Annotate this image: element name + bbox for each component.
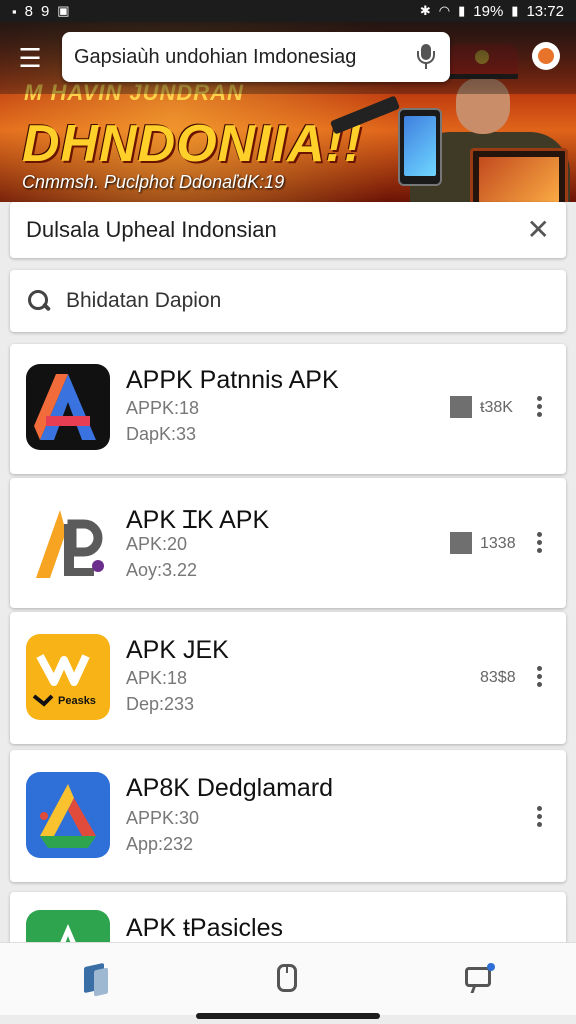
notification-icon: ▪ — [12, 3, 17, 19]
more-options-icon[interactable] — [536, 666, 542, 690]
status-notif-2: 9 — [40, 2, 50, 20]
image-icon: ▣ — [57, 3, 70, 18]
status-left: ▪ 8 9 ▣ — [12, 3, 70, 20]
profile-avatar[interactable] — [532, 42, 560, 70]
apk-l-logo-icon — [26, 500, 110, 586]
more-options-icon[interactable] — [536, 532, 542, 556]
wifi-icon: ◠ — [438, 3, 451, 18]
phone-illustration — [398, 108, 442, 186]
list-item[interactable]: APK ꞮK APK APK:20 Aoy:3.22 1338 — [10, 478, 566, 608]
library-icon[interactable] — [76, 959, 116, 999]
close-icon[interactable]: ✕ — [527, 216, 550, 244]
status-notif-1: 8 — [24, 2, 33, 20]
top-bar: ☰ Gapsiaùh undohian Imdonesiag — [0, 22, 576, 94]
app-meta: App:232 — [126, 834, 194, 854]
drive-triangle-icon — [26, 772, 110, 858]
size-indicator — [450, 396, 472, 418]
banner-subtitle: Cnmmsh. Puclphot DdonaľdK:19 — [22, 172, 285, 192]
battery-level: 19% — [473, 2, 504, 20]
yellow-apk-icon: Peasks — [26, 634, 110, 720]
app-meta: Dep:233 — [126, 694, 195, 714]
battery-icon: ▮ — [511, 3, 519, 18]
app-title: APK JEK — [126, 636, 229, 664]
secondary-search[interactable]: Bhidatan Dapion — [10, 270, 566, 332]
app-version: APK:18 — [126, 668, 188, 688]
app-title: APK ꞮK APK — [126, 506, 270, 534]
search-bar[interactable]: Gapsiaùh undohian Imdonesiag — [62, 32, 450, 82]
app-size: 83$8 — [480, 669, 516, 686]
svg-text:Peasks: Peasks — [58, 695, 96, 707]
app-title: APPK Patnnis APK — [126, 366, 339, 394]
list-item[interactable]: AP8K Dedglamard APPK:30 App:232 — [10, 750, 566, 882]
bluetooth-icon: ✱ — [419, 3, 431, 18]
list-item[interactable]: Peasks APK JEK APK:18 Dep:233 83$8 — [10, 612, 566, 744]
app-title: APK ŧPasicles — [126, 914, 284, 942]
app-meta: Aoy:3.22 — [126, 560, 198, 580]
apkpure-a-icon — [26, 364, 110, 450]
banner-headline: DHNDONIIA!! — [22, 115, 363, 173]
search-input[interactable]: Bhidatan Dapion — [66, 289, 221, 313]
device-icon[interactable] — [268, 959, 308, 999]
app-size: 1338 — [480, 535, 516, 552]
signal-icon: ▮ — [458, 3, 466, 18]
filter-label: Dulsala Upheal Indonsian — [26, 217, 277, 242]
app-version: APPK:18 — [126, 398, 200, 418]
status-bar: ▪ 8 9 ▣ ✱ ◠ ▮ 19% ▮ 13:72 — [0, 0, 576, 22]
mic-icon[interactable] — [414, 42, 438, 72]
tablet-illustration — [470, 148, 568, 202]
app-size: ŧ38K — [480, 399, 513, 416]
app-meta: DapK:33 — [126, 424, 197, 444]
menu-icon[interactable]: ☰ — [14, 42, 46, 74]
search-query[interactable]: Gapsiaùh undohian Imdonesiag — [74, 46, 414, 69]
app-title: AP8K Dedglamard — [126, 774, 334, 802]
more-options-icon[interactable] — [536, 396, 542, 420]
status-right: ✱ ◠ ▮ 19% ▮ 13:72 — [420, 3, 564, 20]
app-version: APPK:30 — [126, 808, 200, 828]
search-icon — [26, 288, 52, 314]
app-version: APK:20 — [126, 534, 188, 554]
list-item[interactable]: APPK Patnnis APK APPK:18 DapK:33 ŧ38K — [10, 344, 566, 474]
messages-icon[interactable] — [460, 959, 500, 999]
filter-chip[interactable]: Dulsala Upheal Indonsian ✕ — [10, 202, 566, 258]
clock: 13:72 — [526, 2, 564, 20]
size-indicator — [450, 532, 472, 554]
more-options-icon[interactable] — [536, 806, 542, 830]
home-indicator[interactable] — [196, 1013, 380, 1019]
bottom-navigation — [0, 942, 576, 1015]
